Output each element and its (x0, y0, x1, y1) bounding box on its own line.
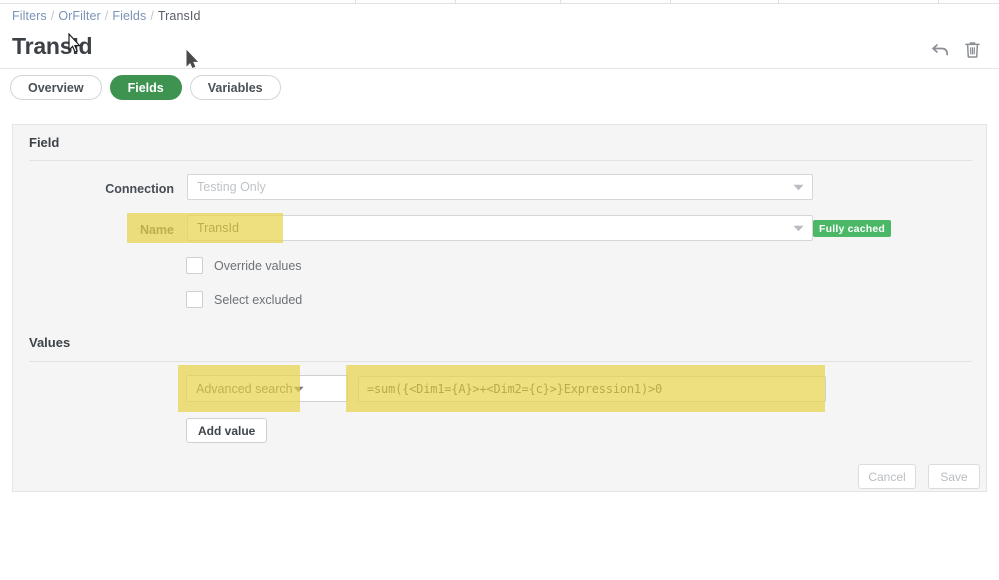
name-label: Name (139, 223, 174, 237)
select-excluded-row[interactable]: Select excluded (186, 291, 302, 308)
trash-icon[interactable] (959, 37, 985, 63)
text-cursor-icon (68, 32, 82, 58)
breadcrumb-item-fields[interactable]: Fields (112, 9, 146, 23)
name-value: TransId (197, 221, 239, 235)
chevron-down-icon (793, 180, 804, 194)
breadcrumb: Filters / OrFilter / Fields / TransId (12, 9, 201, 23)
cancel-button[interactable]: Cancel (858, 464, 916, 489)
tab-overview[interactable]: Overview (10, 75, 102, 100)
values-section-heading: Values (29, 335, 71, 350)
app-page: Filters / OrFilter / Fields / TransId TransId … (0, 0, 999, 580)
breadcrumb-separator: / (150, 9, 154, 23)
field-settings-panel: Field Connection Testing Only Name Trans… (12, 124, 987, 492)
values-section-divider (29, 361, 972, 362)
select-excluded-label: Select excluded (214, 292, 303, 307)
search-mode-select[interactable]: Advanced search (186, 375, 348, 402)
header-divider (0, 68, 999, 69)
connection-value: Testing Only (197, 180, 266, 194)
mouse-pointer-icon (186, 49, 199, 74)
chevron-down-icon (293, 382, 304, 396)
breadcrumb-item-orfilter[interactable]: OrFilter (58, 9, 100, 23)
connection-label: Connection (105, 182, 174, 196)
value-expression-input[interactable]: =sum({<Dim1={A}>+<Dim2={c}>}Expression1)… (358, 376, 826, 402)
name-input[interactable]: TransId (187, 215, 813, 241)
field-section-heading: Field (29, 135, 60, 150)
cache-status-badge: Fully cached (813, 220, 892, 237)
breadcrumb-separator: / (104, 9, 109, 23)
chevron-down-icon (793, 221, 804, 235)
override-values-label: Override values (214, 258, 302, 273)
breadcrumb-item-filters[interactable]: Filters (12, 9, 47, 23)
add-value-button[interactable]: Add value (186, 418, 268, 443)
override-values-row[interactable]: Override values (186, 257, 302, 274)
select-excluded-checkbox[interactable] (186, 291, 203, 308)
tab-variables[interactable]: Variables (189, 75, 281, 100)
browser-tab-strip (0, 0, 999, 4)
breadcrumb-separator: / (50, 9, 55, 23)
field-section-divider (29, 160, 972, 161)
value-expression-text: =sum({<Dim1={A}>+<Dim2={c}>}Expression1)… (367, 382, 663, 396)
tab-fields[interactable]: Fields (109, 75, 182, 100)
override-values-checkbox[interactable] (186, 257, 203, 274)
search-mode-value: Advanced search (196, 381, 293, 396)
connection-select[interactable]: Testing Only (187, 174, 813, 200)
save-button[interactable]: Save (928, 464, 980, 489)
undo-arrow-icon[interactable] (927, 37, 953, 63)
breadcrumb-item-current: TransId (157, 9, 201, 23)
tab-bar: Overview Fields Variables (10, 75, 281, 100)
